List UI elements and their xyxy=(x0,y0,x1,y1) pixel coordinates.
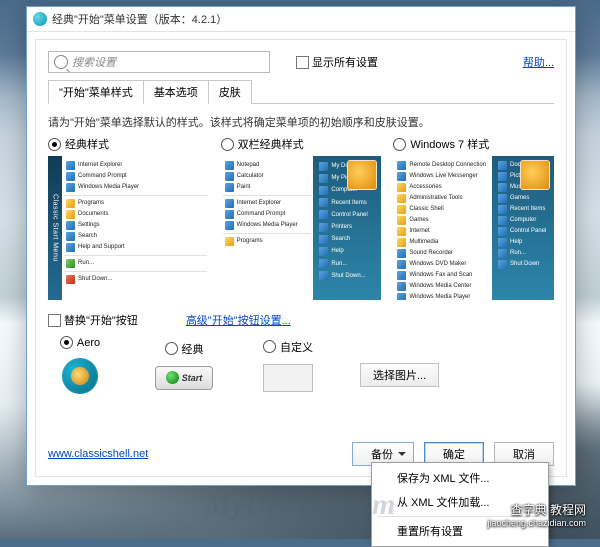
list-item: Paint xyxy=(223,182,312,193)
list-item: Internet Explorer xyxy=(223,198,312,209)
preview-twocolumn: NotepadCalculatorPaintInternet ExplorerC… xyxy=(221,156,382,300)
list-item: Administrative Tools xyxy=(395,193,490,204)
list-item: Shut Down... xyxy=(317,270,377,282)
advanced-button-link[interactable]: 高级"开始"按钮设置... xyxy=(186,312,291,328)
list-item: Help xyxy=(317,245,377,257)
list-item: Documents xyxy=(64,209,207,220)
list-item: Internet Explorer xyxy=(64,160,207,171)
list-item: Calculator xyxy=(223,171,312,182)
list-item: Run... xyxy=(496,248,550,259)
list-item: Printers xyxy=(317,221,377,233)
tab-basic[interactable]: 基本选项 xyxy=(143,80,209,104)
option-custom[interactable]: 自定义 xyxy=(256,339,320,392)
radio-win7[interactable] xyxy=(393,138,406,151)
list-item: Programs xyxy=(64,198,207,209)
custom-preview xyxy=(263,364,313,392)
list-item: Shut Down... xyxy=(64,274,207,285)
list-item: Games xyxy=(496,193,550,204)
list-item: Search xyxy=(317,233,377,245)
radio-custom[interactable] xyxy=(263,340,276,353)
list-item: Windows Fax and Scan xyxy=(395,270,490,281)
tab-bar: "开始"菜单样式 基本选项 皮肤 xyxy=(48,79,554,104)
watermark-site: 查字典 教程网 jiaocheng.chazidian.com xyxy=(487,503,586,529)
list-item: Control Panel xyxy=(317,209,377,221)
style-classic[interactable]: 经典样式 Classic Start Menu Internet Explore… xyxy=(48,136,209,300)
list-item: Windows Media Center xyxy=(395,281,490,292)
replace-start-checkbox[interactable]: 替换"开始"按钮 xyxy=(48,312,138,328)
list-item: Accessories xyxy=(395,182,490,193)
list-item: Control Panel xyxy=(496,226,550,237)
list-item: Shut Down xyxy=(496,259,550,270)
list-item: Classic Shell xyxy=(395,204,490,215)
classic-start-preview: Start xyxy=(155,366,213,390)
preview-win7: Remote Desktop ConnectionWindows Live Me… xyxy=(393,156,554,300)
aero-preview xyxy=(62,358,98,394)
list-item: Games xyxy=(395,215,490,226)
list-item: Run... xyxy=(64,258,207,269)
search-input[interactable]: 搜索设置 xyxy=(48,51,270,73)
user-icon xyxy=(347,160,377,190)
checkbox-icon xyxy=(48,314,61,327)
list-item: Windows Media Player xyxy=(64,182,207,193)
preview-classic-list: Internet ExplorerCommand PromptWindows M… xyxy=(62,156,209,300)
tab-skin[interactable]: 皮肤 xyxy=(208,80,252,104)
list-item: Notepad xyxy=(223,160,312,171)
list-item: Programs xyxy=(223,236,312,247)
settings-window: 经典"开始"菜单设置（版本：4.2.1） 搜索设置 显示所有设置 帮助... "… xyxy=(26,6,576,486)
list-item: Sound Recorder xyxy=(395,248,490,259)
option-aero[interactable]: Aero xyxy=(48,336,112,394)
list-item: Command Prompt xyxy=(64,171,207,182)
list-item: Recent Items xyxy=(317,197,377,209)
search-placeholder: 搜索设置 xyxy=(72,54,116,70)
radio-classic[interactable] xyxy=(48,138,61,151)
list-item: Command Prompt xyxy=(223,209,312,220)
radio-classic-btn[interactable] xyxy=(165,342,178,355)
list-item: Windows Media Player xyxy=(395,292,490,300)
preview-classic: Classic Start Menu Internet ExplorerComm… xyxy=(48,156,209,300)
list-item: Windows Live Messenger xyxy=(395,171,490,182)
titlebar: 经典"开始"菜单设置（版本：4.2.1） xyxy=(27,7,575,32)
radio-twocolumn[interactable] xyxy=(221,138,234,151)
style-description: 请为"开始"菜单选择默认的样式。该样式将确定菜单项的初始顺序和皮肤设置。 xyxy=(48,114,554,130)
style-win7[interactable]: Windows 7 样式 Remote Desktop ConnectionWi… xyxy=(393,136,554,300)
app-icon xyxy=(33,12,47,26)
pick-image-button[interactable]: 选择图片... xyxy=(360,363,439,387)
checkbox-icon xyxy=(296,56,309,69)
list-item: Run... xyxy=(317,258,377,270)
radio-aero[interactable] xyxy=(60,336,73,349)
list-item: Search xyxy=(64,231,207,242)
tab-start-style[interactable]: "开始"菜单样式 xyxy=(48,80,144,104)
list-item: Internet xyxy=(395,226,490,237)
style-twocolumn[interactable]: 双栏经典样式 NotepadCalculatorPaintInternet Ex… xyxy=(221,136,382,300)
menu-save-xml[interactable]: 保存为 XML 文件... xyxy=(375,466,545,490)
user-icon xyxy=(520,160,550,190)
list-item: Computer xyxy=(496,215,550,226)
list-item: Help xyxy=(496,237,550,248)
list-item: Windows DVD Maker xyxy=(395,259,490,270)
help-link[interactable]: 帮助... xyxy=(523,54,554,70)
list-item: Help and Support xyxy=(64,242,207,253)
list-item: Settings xyxy=(64,220,207,231)
list-item: Multimedia xyxy=(395,237,490,248)
list-item: Remote Desktop Connection xyxy=(395,160,490,171)
search-icon xyxy=(54,55,68,69)
content-panel: 搜索设置 显示所有设置 帮助... "开始"菜单样式 基本选项 皮肤 请为"开始… xyxy=(35,39,567,477)
website-link[interactable]: www.classicshell.net xyxy=(48,448,148,460)
show-all-checkbox[interactable]: 显示所有设置 xyxy=(296,54,378,70)
option-classic[interactable]: 经典 Start xyxy=(152,341,216,390)
window-title: 经典"开始"菜单设置（版本：4.2.1） xyxy=(52,11,227,27)
list-item: Windows Media Player xyxy=(223,220,312,231)
list-item: Recent Items xyxy=(496,204,550,215)
